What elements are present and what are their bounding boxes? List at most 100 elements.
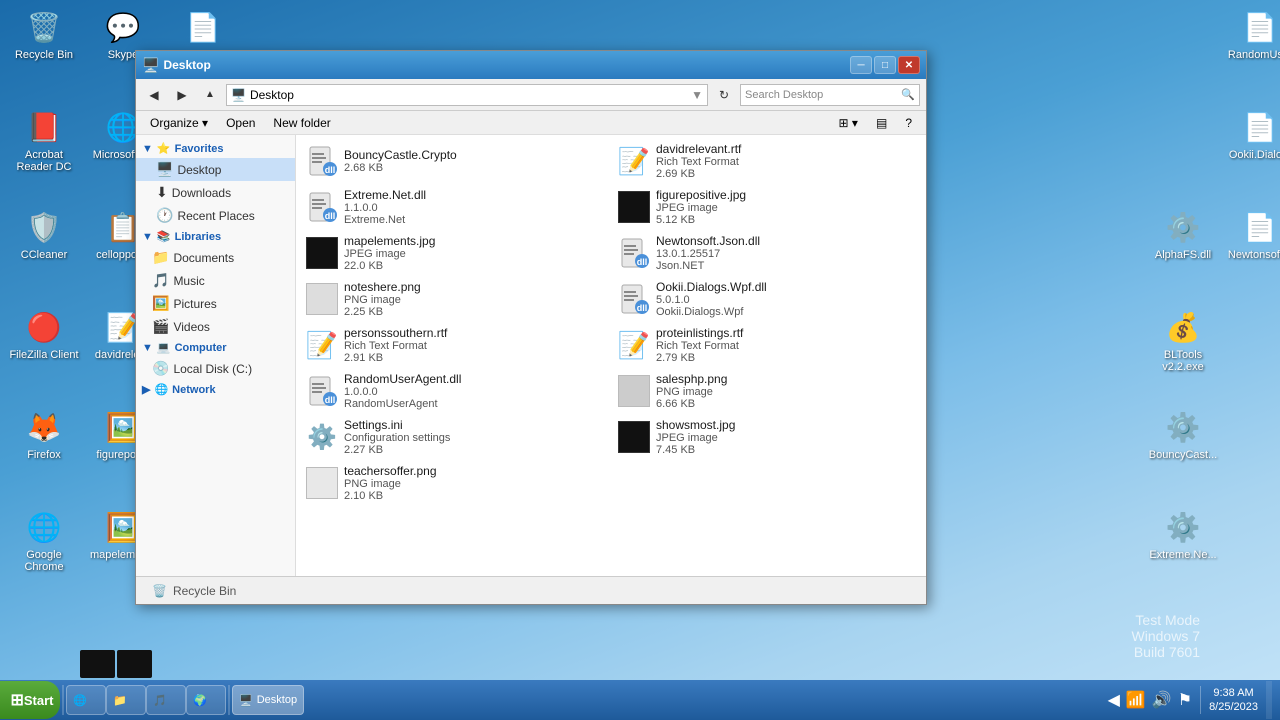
file-name: mapelements.jpg	[344, 234, 604, 248]
time-block[interactable]: 9:38 AM 8/25/2023	[1209, 686, 1258, 715]
search-icon[interactable]: 🔍	[901, 88, 915, 101]
desktop-icon-bltools[interactable]: 💰 BLTools v2.2.exe	[1143, 303, 1223, 377]
address-bar[interactable]: 🖥️ Desktop ▼	[226, 84, 708, 106]
file-item[interactable]: teachersoffer.png PNG image 2.10 KB	[300, 461, 610, 505]
media-taskbar-btn[interactable]: 🎵	[146, 685, 186, 715]
icon-img-alphafs: ⚙️	[1163, 207, 1203, 247]
local-disk-label: Local Disk (C:)	[173, 362, 252, 376]
desktop-icon-extremene[interactable]: ⚙️ Extreme.Ne...	[1143, 503, 1223, 565]
icon-label-ookii-dialo: Ookii.Dialo...	[1229, 149, 1280, 161]
desktop-icon-google-chrome[interactable]: 🌐 Google Chrome	[4, 503, 84, 577]
ie-taskbar-btn[interactable]: 🌐	[66, 685, 106, 715]
volume-tray-icon[interactable]: 🔊	[1152, 690, 1172, 710]
window-content: ▼ ⭐ Favorites 🖥️ Desktop ⬇ Downloads 🕐 R…	[136, 135, 926, 576]
address-dropdown[interactable]: ▼	[691, 88, 703, 102]
network-header[interactable]: ▶ 🌐 Network	[136, 380, 295, 399]
desktop-icon-sm: 🖥️	[156, 161, 173, 178]
icon-img-google-chrome: 🌐	[24, 507, 64, 547]
icon-label-newtonsoft: Newtonsoft...	[1228, 249, 1280, 261]
file-item[interactable]: dll BouncyCastle.Crypto 2.68 KB	[300, 139, 610, 183]
file-type: 1.0.0.0	[344, 386, 604, 398]
help-button[interactable]: ?	[897, 114, 920, 132]
new-folder-button[interactable]: New folder	[265, 114, 338, 132]
sidebar-item-music[interactable]: 🎵 Music	[136, 269, 295, 292]
icon-img-random-us: 📄	[1240, 7, 1280, 47]
desktop-icon-ccleaner[interactable]: 🛡️ CCleaner	[4, 203, 84, 265]
icon-img-skype: 💬	[103, 7, 143, 47]
file-item[interactable]: noteshere.png PNG image 2.25 KB	[300, 277, 610, 321]
file-list: dll BouncyCastle.Crypto 2.68 KB 📝 davidr…	[296, 135, 926, 576]
preview-pane[interactable]: ▤	[868, 114, 895, 132]
desktop-taskbar-btn[interactable]: 🖥️ Desktop	[232, 685, 304, 715]
file-type: Extreme.Net	[344, 214, 604, 226]
desktop-icon-alphafs[interactable]: ⚙️ AlphaFS.dll	[1143, 203, 1223, 265]
file-item[interactable]: figurepositive.jpg JPEG image 5.12 KB	[612, 185, 922, 229]
back-button[interactable]: ◀	[142, 84, 166, 106]
file-item[interactable]: dll Ookii.Dialogs.Wpf.dll 5.0.1.0Ookii.D…	[612, 277, 922, 321]
maximize-button[interactable]: □	[874, 56, 896, 74]
sidebar-item-desktop[interactable]: 🖥️ Desktop	[136, 158, 295, 181]
organize-menu[interactable]: Organize ▾	[142, 114, 216, 132]
search-bar[interactable]: Search Desktop 🔍	[740, 84, 920, 106]
file-item[interactable]: mapelements.jpg JPEG image 22.0 KB	[300, 231, 610, 275]
recycle-bin-area[interactable]: 🗑️ Recycle Bin	[144, 578, 244, 604]
file-item[interactable]: 📝 davidrelevant.rtf Rich Text Format 2.6…	[612, 139, 922, 183]
open-menu[interactable]: Open	[218, 114, 263, 132]
window-icon: 🖥️	[142, 57, 159, 74]
icon-img-filezilla: 🔴	[24, 307, 64, 347]
file-icon-img	[306, 283, 338, 315]
action-center-icon[interactable]: ⚑	[1178, 690, 1192, 710]
file-item[interactable]: dll Newtonsoft.Json.dll 13.0.1.25517Json…	[612, 231, 922, 275]
network-tray-icon[interactable]: 📶	[1126, 690, 1146, 710]
ie2-taskbar-btn[interactable]: 🌍	[186, 685, 226, 715]
libraries-icon: 📚	[157, 230, 171, 243]
close-button[interactable]: ✕	[898, 56, 920, 74]
file-name: BouncyCastle.Crypto	[344, 148, 604, 162]
show-desktop-btn[interactable]	[1266, 681, 1272, 719]
explorer-taskbar-btn[interactable]: 📁	[106, 685, 146, 715]
refresh-button[interactable]: ↻	[712, 84, 736, 106]
sidebar-item-videos[interactable]: 🎬 Videos	[136, 315, 295, 338]
forward-button[interactable]: ▶	[170, 84, 194, 106]
libraries-expand-icon: ▼	[142, 231, 153, 243]
desktop-icon-word-doc[interactable]: 📄	[163, 3, 243, 53]
computer-header[interactable]: ▼ 💻 Computer	[136, 338, 295, 357]
favorites-header[interactable]: ▼ ⭐ Favorites	[136, 139, 295, 158]
desktop-icon-random-us[interactable]: 📄 RandomUs...	[1220, 3, 1280, 65]
libraries-header[interactable]: ▼ 📚 Libraries	[136, 227, 295, 246]
file-item[interactable]: showsmost.jpg JPEG image 7.45 KB	[612, 415, 922, 459]
view-options[interactable]: ⊞ ▾	[831, 114, 866, 132]
sidebar-item-local-disk[interactable]: 💿 Local Disk (C:)	[136, 357, 295, 380]
desktop-icon-bouncycast-icon[interactable]: ⚙️ BouncyCast...	[1143, 403, 1223, 465]
desktop-icon-filezilla[interactable]: 🔴 FileZilla Client	[4, 303, 84, 365]
file-type: RandomUserAgent	[344, 398, 604, 410]
desktop-icon-newtonsoft[interactable]: 📄 Newtonsoft...	[1220, 203, 1280, 265]
file-info: RandomUserAgent.dll 1.0.0.0RandomUserAge…	[344, 372, 604, 410]
start-button[interactable]: ⊞ Start	[0, 681, 60, 719]
file-info: personssouthern.rtf Rich Text Format 2.9…	[344, 326, 604, 364]
desktop-taskbar-label: Desktop	[257, 694, 297, 706]
explorer-window: 🖥️ Desktop ─ □ ✕ ◀ ▶ ▲ 🖥️ Desktop ▼ ↻ Se…	[135, 50, 927, 605]
thumb-dark2	[117, 650, 152, 678]
sidebar-item-pictures[interactable]: 🖼️ Pictures	[136, 292, 295, 315]
up-button[interactable]: ▲	[198, 84, 222, 106]
desktop-icon-firefox[interactable]: 🦊 Firefox	[4, 403, 84, 465]
file-item[interactable]: 📝 proteinlistings.rtf Rich Text Format 2…	[612, 323, 922, 367]
file-item[interactable]: ⚙️ Settings.ini Configuration settings 2…	[300, 415, 610, 459]
tray-arrow[interactable]: ◀	[1108, 690, 1120, 710]
sidebar-item-downloads[interactable]: ⬇ Downloads	[136, 181, 295, 204]
file-info: figurepositive.jpg JPEG image 5.12 KB	[656, 188, 916, 226]
minimize-button[interactable]: ─	[850, 56, 872, 74]
file-item[interactable]: salesphp.png PNG image 6.66 KB	[612, 369, 922, 413]
file-item[interactable]: dll Extreme.Net.dll 1.1.0.0Extreme.Net	[300, 185, 610, 229]
file-item[interactable]: dll RandomUserAgent.dll 1.0.0.0RandomUse…	[300, 369, 610, 413]
media-icon: 🎵	[153, 694, 167, 707]
file-item[interactable]: 📝 personssouthern.rtf Rich Text Format 2…	[300, 323, 610, 367]
desktop-icon-ookii-dialo[interactable]: 📄 Ookii.Dialo...	[1220, 103, 1280, 165]
sidebar-item-recent-places[interactable]: 🕐 Recent Places	[136, 204, 295, 227]
sidebar-item-documents[interactable]: 📁 Documents	[136, 246, 295, 269]
music-label: Music	[173, 274, 204, 288]
desktop-icon-recycle-bin[interactable]: 🗑️ Recycle Bin	[4, 3, 84, 65]
recent-icon: 🕐	[156, 207, 173, 224]
desktop-icon-acrobat[interactable]: 📕 Acrobat Reader DC	[4, 103, 84, 177]
